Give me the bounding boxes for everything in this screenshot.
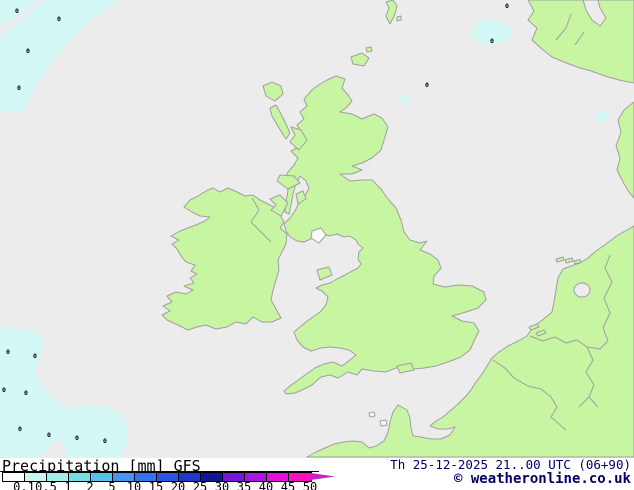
legend-scale-label: 40 <box>258 480 274 490</box>
zero-precip-marker: 0 <box>505 2 509 10</box>
copyright-watermark: © weatheronline.co.uk <box>453 471 631 487</box>
legend-scale-label: 1 <box>64 480 72 490</box>
zero-precip-marker: 0 <box>24 389 28 397</box>
zero-precip-marker: 0 <box>490 37 494 45</box>
zero-precip-marker: 0 <box>17 84 21 92</box>
zero-precip-marker: 0 <box>425 81 429 89</box>
legend-scale-label: 0.1 <box>13 480 35 490</box>
weather-map-page: 000000000000000 Precipitation [mm] GFS 0… <box>0 0 634 490</box>
zero-precip-marker: 0 <box>103 437 107 445</box>
legend: Precipitation [mm] GFS 0.1 0.5 1 2 5 10 15 20 25… <box>0 457 634 490</box>
zero-precip-marker: 0 <box>2 386 6 394</box>
zero-precip-marker: 0 <box>57 15 61 23</box>
legend-scale-label: 45 <box>280 480 296 490</box>
weather-map: 0 0 0 0 0 0 0 0 0 0 0 0 0 0 0 <box>0 0 634 458</box>
zero-precip-marker: 0 <box>26 47 30 55</box>
zero-precip-marker: 0 <box>33 352 37 360</box>
zero-precip-marker: 0 <box>18 425 22 433</box>
legend-scale-label: 0.5 <box>35 480 57 490</box>
legend-scale-label: 35 <box>236 480 252 490</box>
legend-scale-label: 15 <box>148 480 164 490</box>
legend-scale-label: 25 <box>192 480 208 490</box>
zero-precip-marker: 0 <box>15 7 19 15</box>
legend-scale-label: 2 <box>86 480 94 490</box>
ijsselmeer-lake <box>573 282 591 298</box>
zero-precip-marker: 0 <box>75 434 79 442</box>
forecast-datetime: Th 25-12-2025 21..00 UTC (06+90) <box>390 457 631 472</box>
zero-precip-marker: 0 <box>6 348 10 356</box>
legend-scale-label: 10 <box>126 480 142 490</box>
legend-scale-labels: 0.1 0.5 1 2 5 10 15 20 25 30 35 40 45 50 <box>0 480 340 490</box>
legend-scale-label: 5 <box>108 480 116 490</box>
legend-scale-label: 30 <box>214 480 230 490</box>
legend-scale-label: 50 <box>302 480 318 490</box>
zero-precip-marker: 0 <box>47 431 51 439</box>
legend-scale-label: 20 <box>170 480 186 490</box>
